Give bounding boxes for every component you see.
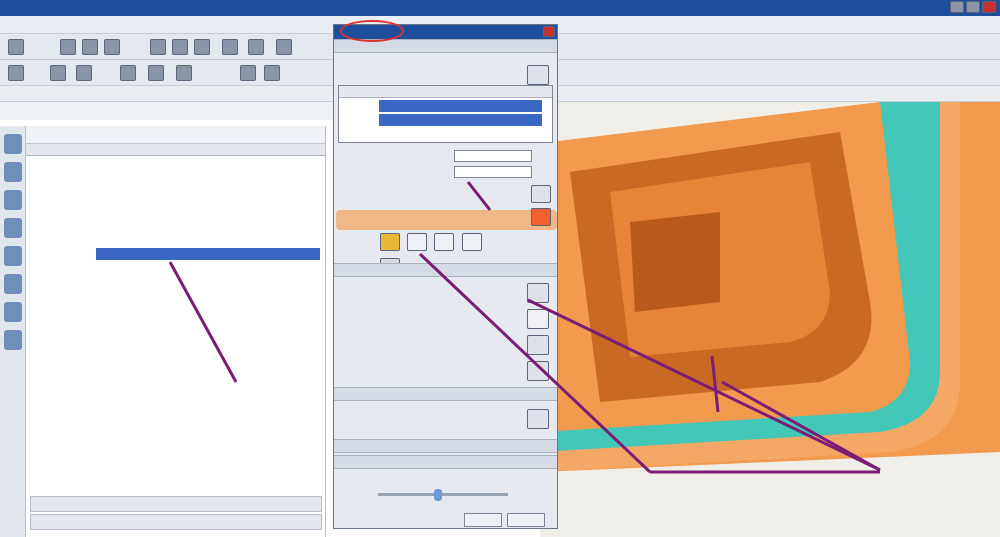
arrow-dialog	[527, 298, 881, 472]
arrow-navigator	[168, 261, 238, 383]
arrow-edit-button	[418, 252, 652, 474]
arrow-edge	[721, 380, 881, 472]
arrow-range	[466, 181, 492, 211]
annotation-arrows	[168, 181, 881, 474]
arrow-depth	[710, 355, 720, 413]
